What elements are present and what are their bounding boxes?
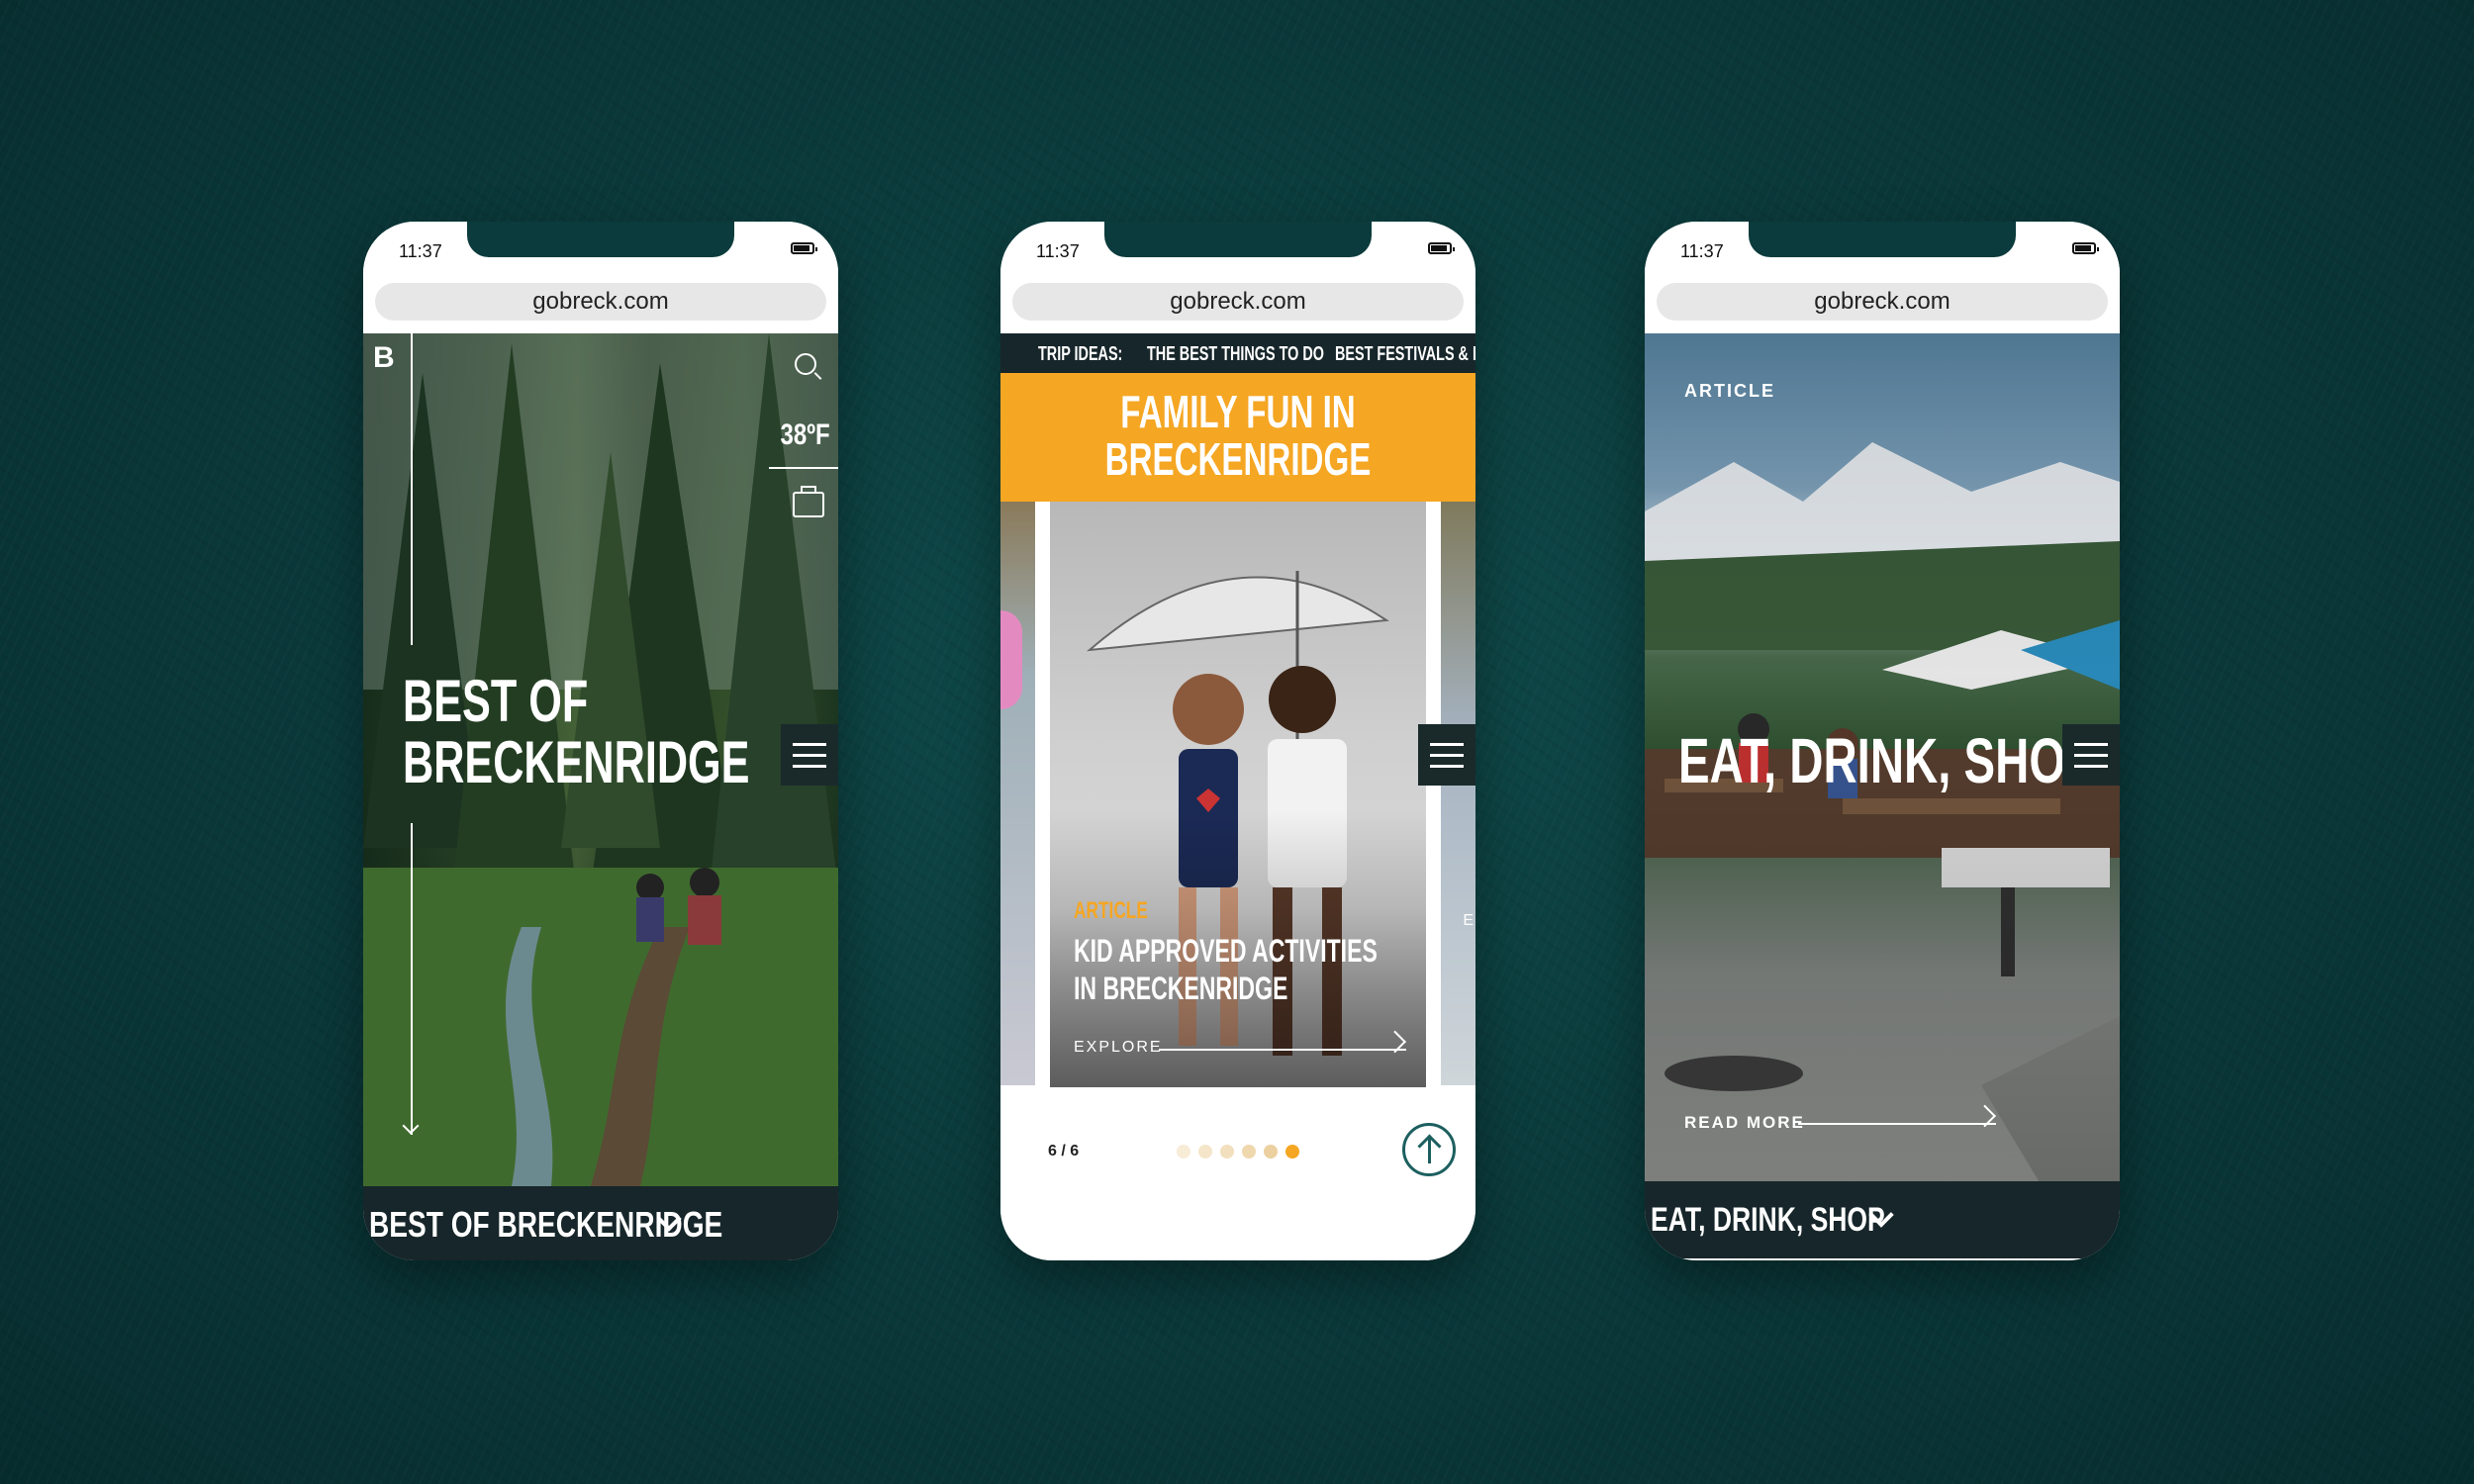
arrow-right-icon <box>1798 1123 1996 1125</box>
article-tag: ARTICLE <box>1684 381 1775 401</box>
arrow-right-icon <box>1159 1049 1406 1051</box>
url-bar[interactable]: gobreck.com <box>1657 283 2108 321</box>
status-time: 11:37 <box>1680 241 1724 261</box>
next-card-label: E <box>1463 912 1474 929</box>
logo[interactable]: B <box>373 341 395 375</box>
status-time: 11:37 <box>1036 241 1080 261</box>
prev-card-pink <box>1000 610 1022 709</box>
battery-icon <box>2072 242 2099 254</box>
carousel-dot[interactable] <box>1198 1145 1212 1159</box>
trip-link-best-things[interactable]: THE BEST THINGS TO DO <box>1147 343 1324 366</box>
trip-ideas-label: TRIP IDEAS: <box>1038 343 1123 365</box>
carousel-dots <box>1177 1145 1299 1159</box>
menu-icon <box>2074 742 2108 746</box>
phone-family-fun: 11:37 gobreck.com TRIP IDEAS: THE BEST T… <box>1000 222 1475 1260</box>
status-bar: 11:37 <box>363 222 838 276</box>
phone-eat-drink-shop: 11:37 gobreck.com ARTICLE EAT, DRINK, SH… <box>1645 222 2120 1260</box>
trip-link-festivals[interactable]: BEST FESTIVALS & EVE <box>1335 343 1475 366</box>
menu-button[interactable] <box>781 724 838 786</box>
banner-line1: FAMILY FUN IN <box>1120 386 1356 437</box>
temperature-divider <box>769 467 838 469</box>
url-bar[interactable]: gobreck.com <box>375 283 826 321</box>
carousel-dot[interactable] <box>1242 1145 1256 1159</box>
card-tag: ARTICLE <box>1074 897 1148 924</box>
pager-count: 6 / 6 <box>1048 1143 1080 1159</box>
menu-button[interactable] <box>1418 724 1475 786</box>
next-card-peek[interactable] <box>1441 502 1475 1085</box>
menu-button[interactable] <box>2062 724 2120 786</box>
section-selector[interactable]: EAT, DRINK, SHOP <box>1645 1181 2120 1258</box>
carousel-dot[interactable] <box>1264 1145 1278 1159</box>
menu-icon <box>793 742 826 746</box>
phone-notch <box>1104 222 1372 257</box>
prev-card-peek[interactable] <box>1000 502 1035 1085</box>
battery-icon <box>791 242 817 254</box>
hero-forest: B 38ºF BEST OF BRECKENRIDGE <box>363 333 838 1186</box>
hero-title-line1: BEST OF <box>403 668 589 734</box>
suitcase-handle <box>801 486 816 494</box>
read-more-link[interactable]: READ MORE <box>1684 1113 1805 1133</box>
article-card[interactable]: ARTICLE KID APPROVED ACTIVITIES IN BRECK… <box>1050 502 1426 1087</box>
status-bar: 11:37 <box>1645 222 2120 276</box>
phone-notch <box>1749 222 2016 257</box>
card-title-line2: IN BRECKENRIDGE <box>1074 971 1288 1006</box>
url-bar[interactable]: gobreck.com <box>1012 283 1464 321</box>
search-icon[interactable] <box>795 353 816 375</box>
section-selector-label: EAT, DRINK, SHOP <box>1651 1201 1885 1239</box>
temperature: 38ºF <box>780 418 830 451</box>
carousel-dot[interactable] <box>1220 1145 1234 1159</box>
vertical-rule-bottom <box>411 823 413 1135</box>
phone-best-of-breckenridge: 11:37 gobreck.com B 38ºF BEST OF BRECKEN… <box>363 222 838 1260</box>
battery-icon <box>1428 242 1455 254</box>
hero-title: EAT, DRINK, SHOP <box>1678 725 2097 796</box>
section-selector[interactable]: BEST OF BRECKENRIDGE <box>363 1186 838 1260</box>
vertical-rule-top <box>411 333 413 645</box>
menu-icon <box>1430 742 1464 746</box>
phone-notch <box>467 222 734 257</box>
back-to-top-button[interactable] <box>1402 1123 1456 1176</box>
card-title-line1: KID APPROVED ACTIVITIES <box>1074 933 1378 969</box>
hero-title-line2: BRECKENRIDGE <box>403 729 750 795</box>
trip-ideas-bar: TRIP IDEAS: THE BEST THINGS TO DO BEST F… <box>1000 333 1475 373</box>
content-area: FAMILY FUN IN BRECKENRIDGE E ARTICLE KID <box>1000 373 1475 1260</box>
status-time: 11:37 <box>399 241 442 261</box>
carousel-dot-active[interactable] <box>1285 1145 1299 1159</box>
hero-patio: ARTICLE EAT, DRINK, SHOP READ MORE <box>1645 333 2120 1186</box>
banner-line2: BRECKENRIDGE <box>1104 433 1372 485</box>
status-bar: 11:37 <box>1000 222 1475 276</box>
card-cta[interactable]: EXPLORE <box>1074 1039 1163 1057</box>
suitcase-icon[interactable] <box>793 492 824 517</box>
carousel-dot[interactable] <box>1177 1145 1190 1159</box>
